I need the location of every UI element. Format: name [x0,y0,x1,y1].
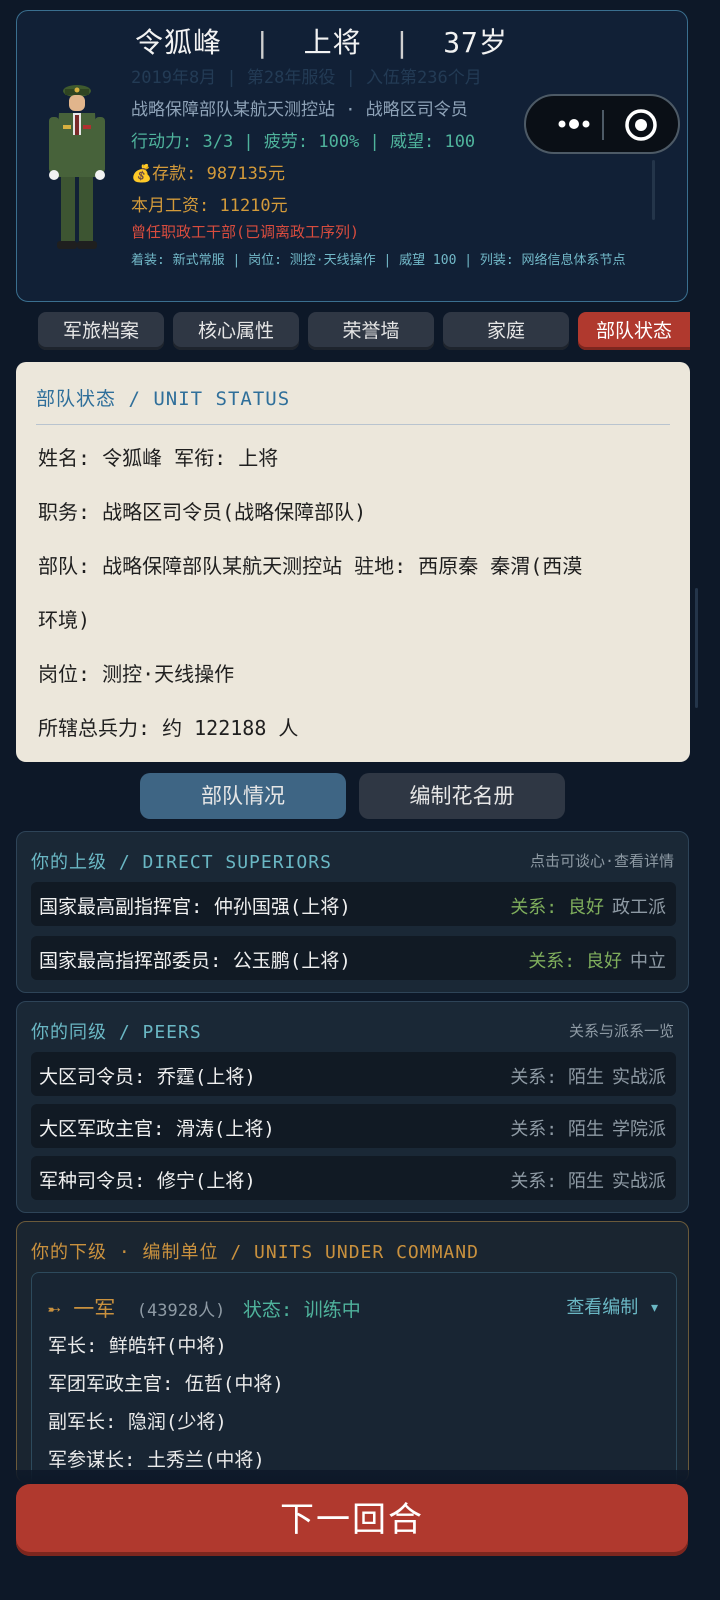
superior-relation: 关系: 良好 政工派 [510,893,666,919]
tab-family[interactable]: 家庭 [443,312,569,350]
bottom-fade [0,1470,720,1484]
superior-row[interactable]: 国家最高指挥部委员: 公玉鹏(上将) 关系: 良好 中立 [31,936,676,980]
capsule-divider [602,110,604,140]
status-unit-station-cont: 环境) [38,608,91,632]
status-name-rank: 姓名: 令狐峰 军衔: 上将 [38,446,279,470]
superior-relation: 关系: 良好 中立 [528,947,666,973]
army-commander: 军长: 鲜皓轩(中将) [48,1335,227,1357]
faction-label: 学院派 [612,1119,666,1140]
superiors-section: 你的上级 / DIRECT SUPERIORS 点击可谈心·查看详情 国家最高副… [16,831,689,993]
tab-unit-status[interactable]: 部队状态 [578,312,690,350]
peer-name: 大区军政主官: 滑涛(上将) [39,1118,275,1140]
next-turn-button[interactable]: 下一回合 [16,1484,688,1556]
view-organization-button[interactable]: 查看编制 ▾ [566,1293,660,1319]
peers-section: 你的同级 / PEERS 关系与派系一览 大区司令员: 乔霆(上将) 关系: 陌… [16,1001,689,1213]
officer-rank: 上将 [303,26,362,59]
relation-status: 关系: 良好 [528,951,622,972]
service-date-line: 2019年8月 | 第28年服役 | 入伍第236个月 [131,68,482,88]
more-dots-icon[interactable] [546,109,602,139]
miniprogram-capsule [524,94,680,154]
stats-line: 行动力: 3/3 | 疲劳: 100% | 威望: 100 [131,132,476,152]
army-troop-count: (43928人) [136,1301,226,1321]
relation-status: 关系: 良好 [510,897,604,918]
header-scrollbar[interactable] [652,160,655,220]
superior-row[interactable]: 国家最高副指挥官: 仲孙国强(上将) 关系: 良好 政工派 [31,882,676,926]
relation-status: 关系: 陌生 [510,1171,604,1192]
page-scrollbar[interactable] [695,588,698,708]
faction-label: 中立 [630,951,666,972]
record-target-icon[interactable] [624,108,658,142]
subordinates-section: 你的下级 · 编制单位 / UNITS UNDER COMMAND ➸ 一军 (… [16,1221,689,1492]
savings-line: 💰存款: 987135元 [131,164,286,184]
faction-label: 实战派 [612,1067,666,1088]
faction-label: 政工派 [612,897,666,918]
army-deputy-commander: 副军长: 隐润(少将) [48,1411,227,1433]
superiors-hint: 点击可谈心·查看详情 [529,852,674,870]
army-unit-card[interactable]: ➸ 一军 (43928人) 状态: 训练中 查看编制 ▾ 军长: 鲜皓轩(中将)… [31,1272,677,1492]
tab-core-attributes[interactable]: 核心属性 [173,312,299,350]
peer-name: 军种司令员: 修宁(上将) [39,1170,256,1192]
past-role-line: 曾任职政工干部(已调离政工序列) [131,223,360,241]
salary-line: 本月工资: 11210元 [131,196,288,216]
superiors-title: 你的上级 / DIRECT SUPERIORS [31,852,332,873]
profile-title: 令狐峰 | 上将 | 37岁 [135,21,508,61]
subordinates-title: 你的下级 · 编制单位 / UNITS UNDER COMMAND [31,1242,479,1263]
divider: | [393,26,412,59]
superior-name: 国家最高副指挥官: 仲孙国强(上将) [39,896,351,918]
soldier-avatar-icon[interactable] [41,77,113,257]
peers-hint: 关系与派系一览 [568,1022,674,1040]
peer-row[interactable]: 军种司令员: 修宁(上将) 关系: 陌生 实战派 [31,1156,676,1200]
unit-position-line: 战略保障部队某航天测控站 · 战略区司令员 [131,100,468,120]
subtab-roster[interactable]: 编制花名册 [359,773,565,819]
unit-status-title: 部队状态 / UNIT STATUS [36,388,291,410]
status-unit-station: 部队: 战略保障部队某航天测控站 驻地: 西原秦 秦渭(西漠 [38,554,583,578]
divider [36,424,670,425]
tab-honor-wall[interactable]: 荣誉墙 [308,312,434,350]
status-total-troops: 所辖总兵力: 约 122188 人 [38,716,299,740]
army-political-officer: 军团军政主官: 伍哲(中将) [48,1373,284,1395]
peer-relation: 关系: 陌生 学院派 [510,1115,666,1141]
tab-military-archive[interactable]: 军旅档案 [38,312,164,350]
army-chief-of-staff: 军参谋长: 土秀兰(中将) [48,1449,265,1471]
officer-name: 令狐峰 [135,26,223,59]
officer-age: 37岁 [443,26,508,59]
relation-status: 关系: 陌生 [510,1119,604,1140]
peers-title: 你的同级 / PEERS [31,1022,202,1043]
subtab-unit-overview[interactable]: 部队情况 [140,773,346,819]
army-state: 状态: 训练中 [242,1299,361,1321]
faction-label: 实战派 [612,1171,666,1192]
profile-header: 令狐峰 | 上将 | 37岁 2019年8月 | 第28年服役 | 入伍第236… [16,10,688,302]
peer-name: 大区司令员: 乔霆(上将) [39,1066,256,1088]
peer-relation: 关系: 陌生 实战派 [510,1167,666,1193]
peer-row[interactable]: 大区军政主官: 滑涛(上将) 关系: 陌生 学院派 [31,1104,676,1148]
status-duty: 职务: 战略区司令员(战略保障部队) [38,500,367,524]
superior-name: 国家最高指挥部委员: 公玉鹏(上将) [39,950,351,972]
unit-status-card: 部队状态 / UNIT STATUS 姓名: 令狐峰 军衔: 上将 职务: 战略… [16,362,690,762]
status-post: 岗位: 测控·天线操作 [38,662,235,686]
peer-row[interactable]: 大区司令员: 乔霆(上将) 关系: 陌生 实战派 [31,1052,676,1096]
peer-relation: 关系: 陌生 实战派 [510,1063,666,1089]
equipment-line: 着装: 新式常服 | 岗位: 测控·天线操作 | 威望 100 | 列装: 网络… [131,253,626,268]
divider: | [253,26,272,59]
army-header: ➸ 一军 (43928人) 状态: 训练中 [48,1293,361,1323]
army-name: ➸ 一军 [48,1297,116,1321]
relation-status: 关系: 陌生 [510,1067,604,1088]
